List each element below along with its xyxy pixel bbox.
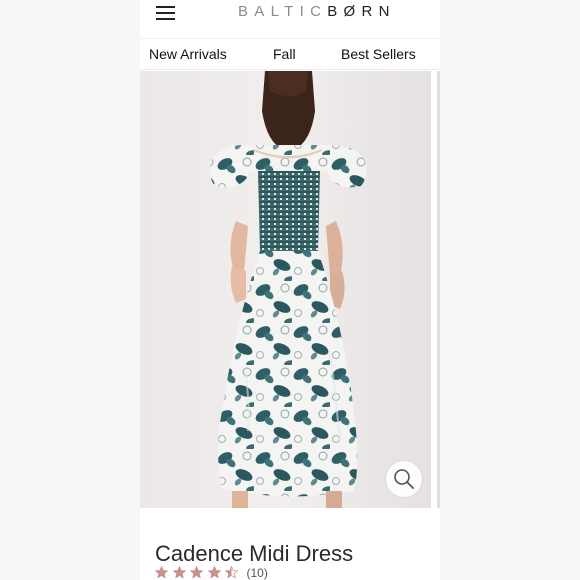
star-full-icon: [155, 566, 168, 579]
background-right: [440, 0, 580, 580]
nav-item-new-arrivals[interactable]: New Arrivals: [149, 46, 227, 62]
category-nav: New Arrivals Fall Best Sellers: [140, 38, 440, 70]
brand-logo-light: BALTIC: [238, 3, 328, 20]
magnifier-icon[interactable]: [386, 461, 422, 497]
star-full-icon: [207, 566, 221, 579]
star-full-icon: [190, 566, 203, 579]
background-left: [0, 0, 140, 580]
brand-logo[interactable]: BALTICBØRN: [238, 3, 432, 25]
product-photo: [140, 71, 431, 508]
hamburger-menu-icon[interactable]: [156, 6, 175, 22]
brand-logo-dark: BØRN: [327, 3, 396, 20]
site-header: BALTICBØRN: [140, 0, 440, 30]
nav-item-fall[interactable]: Fall: [273, 46, 296, 62]
product-rating[interactable]: (10): [155, 564, 268, 580]
next-photo-peek[interactable]: [437, 71, 440, 508]
nav-item-best-sellers[interactable]: Best Sellers: [341, 46, 416, 62]
star-full-icon: [172, 566, 186, 579]
review-count[interactable]: (10): [247, 566, 268, 580]
mobile-page: BALTICBØRN New Arrivals Fall Best Seller…: [140, 0, 440, 580]
star-half-icon: [225, 566, 238, 579]
product-gallery[interactable]: [140, 71, 440, 508]
product-title: Cadence Midi Dress: [155, 540, 354, 566]
rating-stars: [155, 564, 243, 580]
